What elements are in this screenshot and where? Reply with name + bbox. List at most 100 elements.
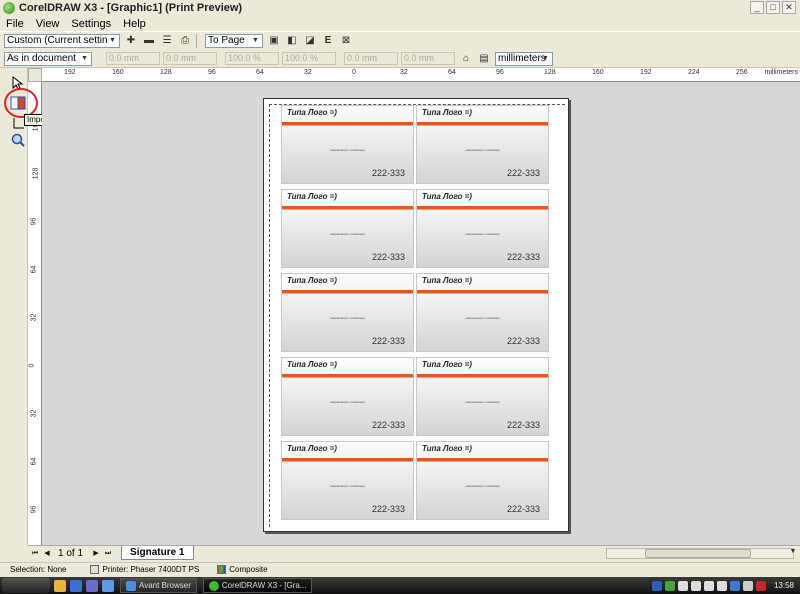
tray-app-icon[interactable]	[664, 580, 675, 591]
card-stripe	[282, 458, 413, 462]
card-stripe	[417, 374, 548, 378]
tab-signature-1[interactable]: Signature 1	[121, 546, 194, 560]
width-field[interactable]: 0.0 mm	[344, 52, 398, 65]
taskbar-avant-browser[interactable]: Avant Browser	[120, 578, 197, 593]
card-stripe	[282, 122, 413, 126]
ruler-tick-label: 64	[30, 265, 38, 274]
card-stripe	[282, 206, 413, 210]
ruler-tick-label: 64	[256, 69, 264, 76]
menu-bar: File View Settings Help	[0, 16, 800, 31]
card-stripe	[417, 290, 548, 294]
preview-canvas[interactable]: Типа Лого =) информация о компании 222-333…	[42, 82, 800, 545]
position-dropdown[interactable]: As in document ▼	[4, 51, 92, 66]
minimize-button[interactable]: _	[750, 1, 764, 14]
ruler-origin[interactable]	[28, 68, 42, 82]
lock-icon[interactable]: ⌂	[459, 52, 473, 66]
tray-play-icon[interactable]	[690, 580, 701, 591]
card-logo-text: Типа Лого =)	[287, 192, 337, 201]
units-dropdown[interactable]: millimeters ▼	[495, 51, 553, 66]
card-company-info: информация о компании	[330, 148, 365, 152]
taskbar-coreldraw[interactable]: CorelDRAW X3 - [Gra...	[202, 578, 313, 593]
close-button[interactable]: ✕	[782, 1, 796, 14]
menu-settings[interactable]: Settings	[65, 18, 117, 30]
position-value: As in document	[7, 53, 76, 64]
scroll-down-arrow-icon[interactable]: ▼	[788, 548, 798, 558]
close-preview-icon[interactable]: ⊠	[339, 34, 353, 48]
clock: 13:58	[773, 581, 794, 590]
tray-network-icon[interactable]	[729, 580, 740, 591]
card-logo-text: Типа Лого =)	[422, 276, 472, 285]
card-phone: 222-333	[506, 252, 540, 262]
tray-language-icon[interactable]	[651, 580, 662, 591]
print-options-icon[interactable]: ☰	[160, 34, 174, 48]
height-scale-field[interactable]: 100.0 %	[282, 52, 336, 65]
print-style-value: Custom (Current settings not s...	[7, 35, 107, 46]
prev-page-button[interactable]: ◀	[42, 548, 52, 559]
y-position-field[interactable]: 0.0 mm	[163, 52, 217, 65]
card-company-info: информация о компании	[330, 316, 365, 320]
first-page-button[interactable]: ⏮	[30, 548, 40, 559]
zoom-dropdown[interactable]: To Page ▼	[205, 33, 263, 48]
card-logo-text: Типа Лого =)	[422, 360, 472, 369]
menu-file[interactable]: File	[0, 18, 30, 30]
color-separations-icon[interactable]: ◧	[285, 34, 299, 48]
print-icon[interactable]: ⎙	[178, 34, 192, 48]
ruler-tick-label: 128	[160, 69, 172, 76]
maximize-button[interactable]: □	[766, 1, 780, 14]
card-stripe	[417, 122, 548, 126]
ruler-tick-label: 224	[688, 69, 700, 76]
x-position-field[interactable]: 0.0 mm	[106, 52, 160, 65]
menu-help[interactable]: Help	[117, 18, 152, 30]
ruler-tick-label: 128	[32, 167, 40, 180]
units-icon: ▤	[479, 53, 489, 64]
start-button[interactable]	[2, 578, 50, 593]
last-page-button[interactable]: ⏭	[103, 548, 113, 559]
horizontal-scrollbar[interactable]	[606, 548, 794, 559]
menu-view[interactable]: View	[30, 18, 66, 30]
delete-print-style-icon[interactable]: ▬	[142, 34, 156, 48]
card-logo-text: Типа Лого =)	[287, 444, 337, 453]
page-counter: 1 of 1	[58, 547, 84, 559]
business-card: Типа Лого =) информация о компании 222-333	[416, 441, 549, 520]
desktop-icon[interactable]	[102, 579, 114, 592]
width-scale-field[interactable]: 100.0 %	[225, 52, 279, 65]
coreldraw-app-icon[interactable]	[3, 2, 15, 14]
print-style-dropdown[interactable]: Custom (Current settings not s... ▼	[4, 33, 120, 48]
mirror-icon[interactable]: E	[321, 34, 335, 48]
next-page-button[interactable]: ▶	[91, 548, 101, 559]
avant-browser-icon	[126, 580, 136, 591]
business-card: Типа Лого =) информация о компании 222-333	[281, 189, 414, 268]
media-icon[interactable]	[86, 579, 98, 592]
print-page[interactable]: Типа Лого =) информация о компании 222-333…	[263, 98, 569, 532]
vertical-ruler[interactable]: 1601289664320326496	[28, 82, 42, 545]
card-logo-text: Типа Лого =)	[287, 360, 337, 369]
ruler-tick-label: 64	[448, 69, 456, 76]
browser-icon[interactable]	[70, 579, 82, 592]
horizontal-scroll-thumb[interactable]	[645, 549, 751, 558]
tray-next-icon[interactable]	[703, 580, 714, 591]
tray-prev-icon[interactable]	[677, 580, 688, 591]
card-phone: 222-333	[371, 504, 405, 514]
full-screen-icon[interactable]: ▣	[267, 34, 281, 48]
height-field[interactable]: 0.0 mm	[401, 52, 455, 65]
chevron-down-icon: ▼	[252, 36, 259, 44]
ruler-tick-label: 32	[400, 69, 408, 76]
card-stripe	[282, 374, 413, 378]
zoom-value: To Page	[208, 35, 245, 46]
add-print-style-icon[interactable]: ✚	[124, 34, 138, 48]
ruler-tick-label: 96	[30, 505, 38, 514]
business-card: Типа Лого =) информация о компании 222-333	[281, 273, 414, 352]
ruler-tick-label: 96	[496, 69, 504, 76]
tray-security-icon[interactable]	[755, 580, 766, 591]
card-company-info: информация о компании	[465, 484, 500, 488]
zoom-tool-icon[interactable]	[8, 130, 28, 150]
horizontal-ruler[interactable]: millimeters 192 160 128 96 64 32 0 32 64 96 128 160…	[42, 68, 800, 82]
tray-stop-icon[interactable]	[716, 580, 727, 591]
tray-volume-icon[interactable]	[742, 580, 753, 591]
taskbar-avant-label: Avant Browser	[139, 581, 191, 590]
ruler-tick-label: 32	[30, 313, 38, 322]
system-tray: 13:58	[649, 577, 800, 594]
folder-icon[interactable]	[54, 579, 66, 592]
invert-icon[interactable]: ◪	[303, 34, 317, 48]
ruler-tick-label: 32	[30, 409, 38, 418]
